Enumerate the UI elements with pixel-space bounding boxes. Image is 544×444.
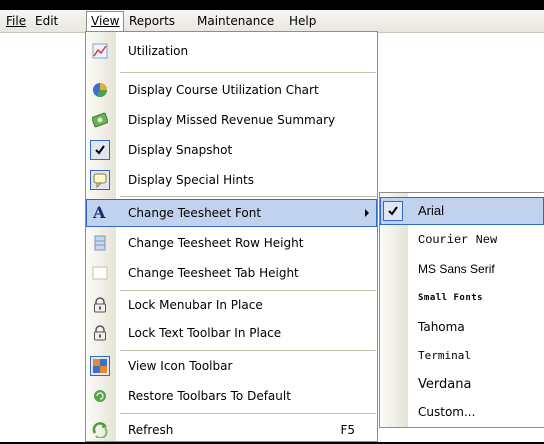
menu-item-label: Refresh [128,423,174,437]
font-option-label: Tahoma [418,320,465,334]
menu-help[interactable]: Help [285,12,320,30]
menu-item-label: Lock Menubar In Place [128,298,263,312]
menu-reports[interactable]: Reports [125,12,179,30]
menu-help-label: Help [289,14,317,28]
menu-item-label: Lock Text Toolbar In Place [128,326,282,340]
font-option-label: Small Fonts [418,293,484,303]
menu-item-display-missed-revenue-summary[interactable]: Display Missed Revenue Summary [86,106,377,134]
menu-file-label: File [6,14,27,28]
menu-item-refresh[interactable]: Refresh F5 [86,416,377,444]
row-height-icon [92,235,108,251]
font-option-small-fonts[interactable]: Small Fonts [380,284,544,312]
check-icon [385,203,401,219]
font-option-label: Terminal [418,349,471,362]
font-option-custom[interactable]: Custom... [380,398,544,426]
view-dropdown-menu: Utilization Display Course Utilization C… [85,31,378,442]
menu-view-label: View [91,14,120,28]
menu-separator [120,72,376,73]
menu-item-label: Display Snapshot [128,143,233,157]
menu-item-change-teesheet-row-height[interactable]: Change Teesheet Row Height [86,229,377,257]
menu-edit[interactable]: Edit [31,12,62,30]
chart-icon [92,43,108,59]
menu-item-label: Change Teesheet Row Height [128,236,304,250]
shortcut-label: F5 [340,423,355,437]
font-option-label: Custom... [418,405,476,419]
menu-file[interactable]: File [2,12,30,30]
svg-text:A: A [92,203,106,221]
tab-height-icon [92,265,108,281]
font-option-label: MS Sans Serif [418,262,495,276]
speech-bubble-icon [92,172,108,189]
menu-item-label: Display Missed Revenue Summary [128,113,336,127]
menu-item-lock-text-toolbar-in-place[interactable]: Lock Text Toolbar In Place [86,319,377,347]
menu-item-label: Change Teesheet Font [128,206,262,220]
font-option-label: Courier New [418,233,498,247]
font-option-label: Arial [418,203,445,218]
menu-separator [120,350,376,351]
pie-chart-icon [92,82,108,98]
font-option-label: Verdana [418,377,472,392]
font-option-arial[interactable]: Arial [380,197,544,225]
restore-icon [92,388,108,404]
font-option-verdana[interactable]: Verdana [380,371,544,399]
menu-item-change-teesheet-tab-height[interactable]: Change Teesheet Tab Height [86,259,377,287]
menu-item-label: Change Teesheet Tab Height [128,266,299,280]
menu-maintenance[interactable]: Maintenance [193,12,278,30]
menubar: File Edit View Reports Maintenance Help [0,10,544,33]
menu-item-label: Utilization [128,44,189,58]
menu-view[interactable]: View [86,11,125,32]
menu-item-label: Restore Toolbars To Default [128,389,291,403]
menu-item-lock-menubar-in-place[interactable]: Lock Menubar In Place [86,291,377,319]
menu-item-display-course-utilization-chart[interactable]: Display Course Utilization Chart [86,76,377,104]
submenu-arrow-icon [365,209,369,217]
menu-item-change-teesheet-font[interactable]: A Change Teesheet Font [86,199,377,227]
font-submenu: Arial Courier New MS Sans Serif Small Fo… [379,192,544,428]
menu-item-restore-toolbars-to-default[interactable]: Restore Toolbars To Default [86,382,377,410]
menu-item-view-icon-toolbar[interactable]: View Icon Toolbar [86,352,377,380]
font-option-terminal[interactable]: Terminal [380,342,544,370]
menu-item-label: View Icon Toolbar [128,359,233,373]
check-icon [92,142,108,158]
menu-reports-label: Reports [129,14,176,28]
menu-maintenance-label: Maintenance [197,14,275,28]
font-option-tahoma[interactable]: Tahoma [380,313,544,341]
menu-edit-label: Edit [35,14,59,28]
menu-separator [120,413,376,414]
menu-item-label: Display Course Utilization Chart [128,83,319,97]
menu-item-label: Display Special Hints [128,173,255,187]
refresh-icon [92,422,108,439]
money-icon [91,112,109,128]
toolbar-icon [92,358,108,374]
font-option-ms-sans-serif[interactable]: MS Sans Serif [380,255,544,283]
menu-separator [120,196,376,197]
menu-item-utilization[interactable]: Utilization [86,37,377,65]
menu-item-display-special-hints[interactable]: Display Special Hints [86,166,377,194]
lock-icon [92,325,108,341]
menu-item-display-snapshot[interactable]: Display Snapshot [86,136,377,164]
font-icon: A [92,203,108,222]
font-option-courier-new[interactable]: Courier New [380,226,544,254]
lock-icon [92,297,108,313]
